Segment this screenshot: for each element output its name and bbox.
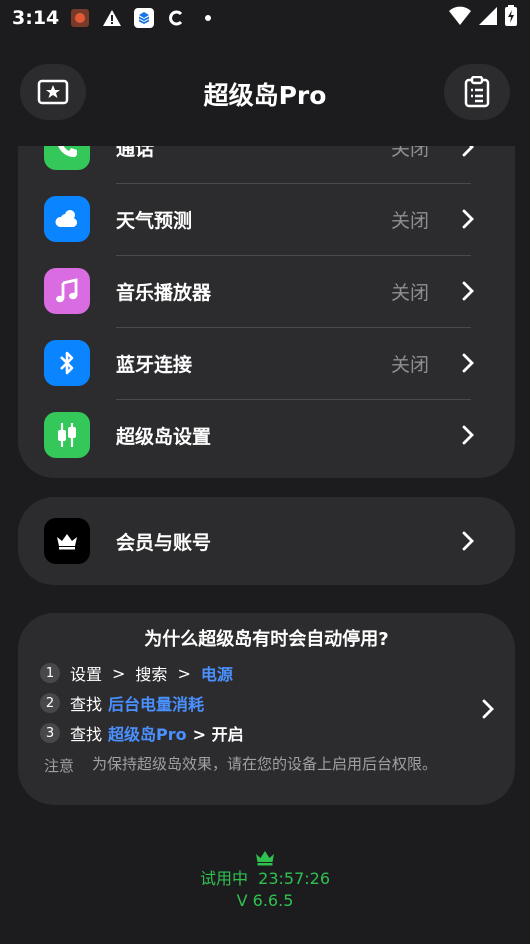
status-bar: 3:14 [0,0,530,36]
note-label: 注意 [44,757,75,775]
signal-icon [478,6,498,30]
phone-icon [44,146,90,170]
trial-footer: 试用中 23:57:26 V 6.6.5 [0,848,530,912]
status-time: 3:14 [12,7,60,29]
chevron-right-icon [462,425,474,445]
menu-item-label: 超级岛设置 [116,426,212,448]
help-step-1: 1 设置 > 搜索 > 电源 [40,661,233,685]
step-highlight: 后台电量消耗 [108,695,205,714]
chevron-right-icon [462,209,474,229]
step-text: > 开启 [192,725,244,744]
menu-item-value: 关闭 [390,210,429,232]
menu-item-island-settings[interactable]: 超级岛设置 [18,400,515,472]
help-step-2: 2 查找 后台电量消耗 [40,691,204,715]
header: 超级岛Pro [0,60,530,124]
menu-item-label: 音乐播放器 [116,282,212,304]
step-separator: > [112,663,126,683]
logs-button[interactable] [444,64,510,120]
feature-list: 通话 关闭 天气预测 关闭 音乐播放器 关闭 蓝牙连接 关闭 超级岛设置 [18,138,515,478]
notification-app-icon [69,7,91,29]
step-number: 1 [40,663,60,683]
step-number: 3 [40,723,60,743]
stack-app-icon [133,7,155,29]
menu-item-bluetooth[interactable]: 蓝牙连接 关闭 [18,328,515,400]
bluetooth-icon [44,340,90,386]
dot-icon [197,7,219,29]
crown-icon [44,518,90,564]
chevron-right-icon [482,699,494,719]
sliders-icon [44,412,90,458]
chevron-right-icon [462,531,474,551]
help-note: 注意 为保持超级岛效果，请在您的设备上启用后台权限。 [44,755,457,776]
note-text: 为保持超级岛效果，请在您的设备上启用后台权限。 [92,755,438,773]
help-step-3: 3 查找 超级岛Pro > 开启 [40,721,244,745]
step-text: 查找 [70,695,103,714]
c-app-icon [165,7,187,29]
weather-icon [44,196,90,242]
trial-timer: 试用中 23:57:26 [199,869,331,888]
warning-icon [101,7,123,29]
crown-icon [256,851,274,866]
menu-item-label: 通话 [116,138,155,160]
help-title: 为什么超级岛有时会自动停用? [144,629,389,650]
menu-item-value: 关闭 [390,138,429,160]
step-highlight: 电源 [200,665,233,684]
account-row[interactable]: 会员与账号 [18,497,515,585]
account-label: 会员与账号 [116,532,212,554]
app-version: V 6.6.5 [236,891,294,910]
clipboard-list-icon [464,76,490,108]
music-note-icon [44,268,90,314]
menu-item-label: 蓝牙连接 [116,354,193,376]
step-text: 查找 [70,725,103,744]
menu-item-value: 关闭 [390,354,429,376]
battery-charging-icon [504,5,518,31]
chevron-right-icon [462,353,474,373]
menu-item-weather[interactable]: 天气预测 关闭 [18,184,515,256]
step-highlight: 超级岛Pro [108,725,187,744]
chevron-right-icon [462,146,474,157]
step-text: 搜索 [135,665,168,684]
step-number: 2 [40,693,60,713]
menu-item-music[interactable]: 音乐播放器 关闭 [18,256,515,328]
chevron-right-icon [462,281,474,301]
step-separator: > [177,663,191,683]
menu-item-label: 天气预测 [116,210,193,232]
menu-item-value: 关闭 [390,282,429,304]
step-text: 设置 [70,665,103,684]
wifi-icon [448,6,472,30]
help-card[interactable]: 为什么超级岛有时会自动停用? 1 设置 > 搜索 > 电源 2 查找 后台电量消… [18,613,515,805]
